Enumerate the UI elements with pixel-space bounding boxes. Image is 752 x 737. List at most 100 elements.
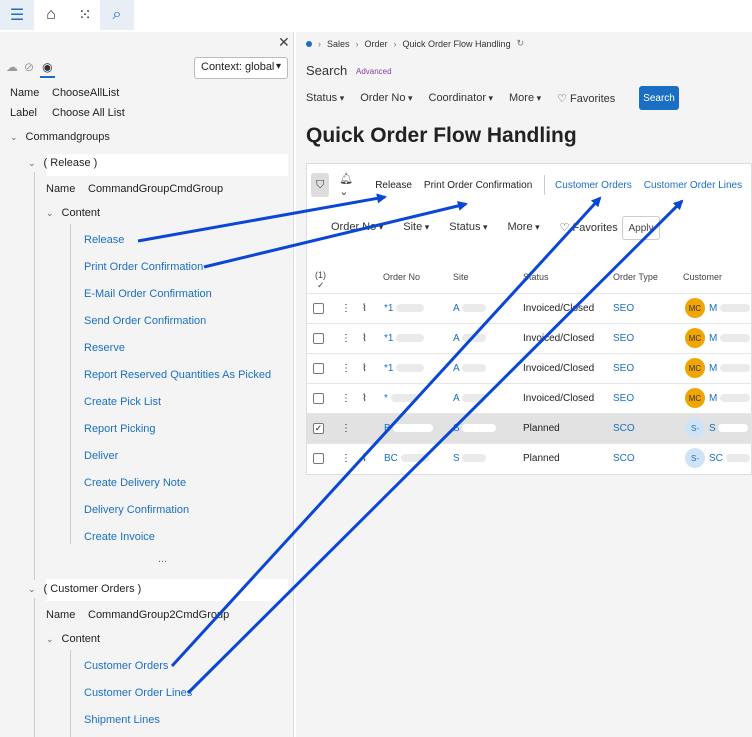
customer[interactable]: M bbox=[709, 303, 751, 314]
chevron-down-icon[interactable]: ⌄ bbox=[46, 634, 54, 644]
row-checkbox[interactable] bbox=[313, 333, 324, 344]
row-menu-icon[interactable]: ⋮ bbox=[341, 303, 351, 314]
filter-favorites[interactable]: Favorites bbox=[560, 221, 618, 234]
order-no[interactable]: B bbox=[384, 423, 434, 434]
site[interactable]: S bbox=[453, 453, 487, 464]
attachment-icon[interactable]: ⌇ bbox=[362, 453, 367, 464]
site[interactable]: S bbox=[453, 423, 497, 434]
row-checkbox[interactable] bbox=[313, 363, 324, 374]
cmd-item[interactable]: Print Order Confirmation bbox=[84, 261, 203, 273]
filter-more[interactable]: More bbox=[509, 92, 541, 105]
row-checkbox[interactable] bbox=[313, 393, 324, 404]
cmd-item[interactable]: Create Invoice bbox=[84, 531, 155, 543]
attachment-icon[interactable]: ⌇ bbox=[362, 333, 367, 344]
col-status[interactable]: Status bbox=[523, 272, 549, 282]
cmd-item[interactable]: Customer Order Lines bbox=[84, 687, 192, 699]
chevron-down-icon[interactable]: ⌄ bbox=[28, 158, 36, 168]
cmd-customer-order-lines[interactable]: Customer Order Lines bbox=[644, 180, 742, 191]
cmd-item[interactable]: Create Pick List bbox=[84, 396, 161, 408]
context-select[interactable]: Context: global bbox=[194, 57, 288, 79]
bell-icon[interactable]: 🔔︎ ⌄ bbox=[339, 172, 359, 198]
eye-icon[interactable]: ◉ bbox=[40, 60, 55, 78]
col-customer[interactable]: Customer bbox=[683, 272, 722, 282]
apps-grid-icon[interactable]: ⁙ bbox=[68, 0, 102, 30]
cmd-print-order-confirmation[interactable]: Print Order Confirmation bbox=[424, 180, 532, 191]
site[interactable]: A bbox=[453, 393, 486, 404]
customer[interactable]: M bbox=[709, 363, 751, 374]
row-menu-icon[interactable]: ⋮ bbox=[341, 363, 351, 374]
site[interactable]: A bbox=[453, 303, 486, 314]
table-row[interactable]: ⋮ ⌇ BC S Planned SCO S- SC bbox=[307, 443, 752, 473]
group1-content[interactable]: ⌄ Content bbox=[46, 207, 100, 219]
cmd-item[interactable]: Customer Orders bbox=[84, 660, 168, 672]
filter-status[interactable]: Status bbox=[449, 221, 487, 234]
select-all-icon[interactable]: ✓ bbox=[317, 280, 325, 291]
group2-content[interactable]: ⌄ Content bbox=[46, 633, 100, 645]
table-row[interactable]: ⋮ ⌇ * A Invoiced/Closed SEO MC M bbox=[307, 383, 752, 413]
filter-order-no[interactable]: Order No bbox=[360, 92, 412, 105]
customer[interactable]: S bbox=[709, 423, 749, 434]
order-no[interactable]: BC bbox=[384, 453, 429, 464]
filter-order-no[interactable]: Order No bbox=[331, 221, 383, 234]
home-icon[interactable]: ⌂ bbox=[34, 0, 68, 30]
cmd-item[interactable]: Reserve bbox=[84, 342, 125, 354]
hide-icon[interactable]: ⊘ bbox=[24, 60, 34, 78]
breadcrumb-item[interactable]: Quick Order Flow Handling bbox=[403, 39, 511, 49]
filter-status[interactable]: Status bbox=[306, 92, 344, 105]
customer[interactable]: M bbox=[709, 393, 751, 404]
search-icon[interactable]: ⌕ bbox=[100, 0, 134, 30]
row-menu-icon[interactable]: ⋮ bbox=[341, 333, 351, 344]
cmd-customer-orders[interactable]: Customer Orders bbox=[555, 180, 632, 191]
customer[interactable]: M bbox=[709, 333, 751, 344]
order-type[interactable]: SEO bbox=[613, 393, 634, 404]
group2-header[interactable]: ⌄ ( Customer Orders ) bbox=[28, 583, 141, 595]
order-type[interactable]: SEO bbox=[613, 333, 634, 344]
cmd-item[interactable]: E-Mail Order Confirmation bbox=[84, 288, 212, 300]
table-row[interactable]: ⋮ ⌇ *1 A Invoiced/Closed SEO MC M bbox=[307, 293, 752, 323]
filter-coordinator[interactable]: Coordinator bbox=[429, 92, 494, 105]
row-menu-icon[interactable]: ⋮ bbox=[341, 453, 351, 464]
more-ellipsis[interactable]: ... bbox=[158, 553, 167, 565]
col-site[interactable]: Site bbox=[453, 272, 469, 282]
order-type[interactable]: SEO bbox=[613, 303, 634, 314]
order-type[interactable]: SCO bbox=[613, 423, 635, 434]
attachment-icon[interactable]: ⌇ bbox=[362, 303, 367, 314]
order-no[interactable]: *1 bbox=[384, 303, 425, 314]
refresh-icon[interactable]: ↻ bbox=[517, 38, 525, 49]
cmd-item[interactable]: Release bbox=[84, 234, 124, 246]
attachment-icon[interactable]: ⌇ bbox=[362, 393, 367, 404]
filter-more[interactable]: More bbox=[508, 221, 540, 234]
chevron-down-icon[interactable]: ⌄ bbox=[46, 208, 54, 218]
order-no[interactable]: * bbox=[384, 393, 419, 404]
cmd-item[interactable]: Shipment Lines bbox=[84, 714, 160, 726]
row-checkbox[interactable] bbox=[313, 303, 324, 314]
cmd-item[interactable]: Report Reserved Quantities As Picked bbox=[84, 369, 271, 381]
site[interactable]: A bbox=[453, 333, 486, 344]
order-no[interactable]: *1 bbox=[384, 333, 425, 344]
table-row[interactable]: ⋮ ⌇ *1 A Invoiced/Closed SEO MC M bbox=[307, 353, 752, 383]
chevron-down-icon[interactable]: ⌄ bbox=[10, 132, 18, 142]
breadcrumb-item[interactable]: Sales bbox=[327, 39, 350, 49]
table-row-selected[interactable]: ✓ ⋮ B S Planned SCO S- S bbox=[307, 413, 752, 443]
cmd-item[interactable]: Send Order Confirmation bbox=[84, 315, 206, 327]
tree-root[interactable]: ⌄ Commandgroups bbox=[10, 131, 110, 143]
group1-header[interactable]: ⌄ ( Release ) bbox=[28, 157, 97, 169]
cmd-item[interactable]: Deliver bbox=[84, 450, 118, 462]
chevron-down-icon[interactable]: ⌄ bbox=[28, 584, 36, 594]
filter-icon[interactable]: ⛉ bbox=[311, 173, 330, 197]
apply-button[interactable]: Apply bbox=[622, 216, 660, 240]
row-checkbox[interactable] bbox=[313, 453, 324, 464]
table-row[interactable]: ⋮ ⌇ *1 A Invoiced/Closed SEO MC M bbox=[307, 323, 752, 353]
advanced-link[interactable]: Advanced bbox=[356, 67, 392, 76]
cmd-item[interactable]: Delivery Confirmation bbox=[84, 504, 189, 516]
col-order-type[interactable]: Order Type bbox=[613, 272, 658, 282]
row-checkbox-checked[interactable]: ✓ bbox=[313, 423, 324, 434]
cmd-item[interactable]: Report Picking bbox=[84, 423, 156, 435]
row-menu-icon[interactable]: ⋮ bbox=[341, 423, 351, 434]
customer[interactable]: SC bbox=[709, 453, 750, 464]
order-no[interactable]: *1 bbox=[384, 363, 425, 374]
site[interactable]: A bbox=[453, 363, 486, 374]
cmd-item[interactable]: Create Delivery Note bbox=[84, 477, 186, 489]
search-button[interactable]: Search bbox=[639, 86, 679, 110]
filter-favorites[interactable]: Favorites bbox=[557, 92, 615, 105]
